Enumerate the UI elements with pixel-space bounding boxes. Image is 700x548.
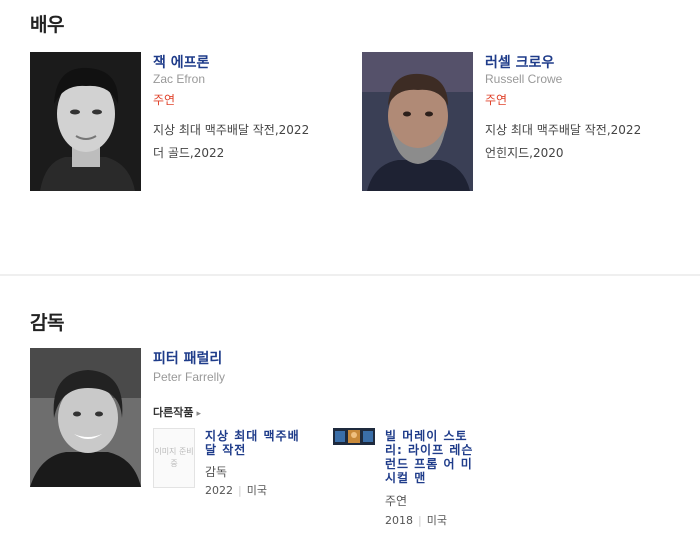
- work-meta: 2022 | 미국: [205, 482, 267, 498]
- actor-role: 주연: [485, 93, 508, 107]
- work-year: 2022: [205, 484, 233, 497]
- actor-photo-russell-crowe[interactable]: [362, 52, 473, 191]
- chevron-right-icon: ▸: [196, 409, 202, 419]
- work-title-line: 런드 프롬 어 미: [385, 457, 473, 471]
- image-placeholder[interactable]: 이미지 준비중: [153, 428, 195, 488]
- poster-image-icon: [333, 428, 375, 445]
- director-photo-peter-farrelly[interactable]: [30, 348, 141, 487]
- work-title-line: 달 작전: [205, 443, 247, 457]
- director-name-en: Peter Farrelly: [153, 370, 226, 384]
- meta-separator: |: [418, 514, 422, 527]
- actor-work-link[interactable]: 더 골드,2022: [153, 144, 224, 161]
- actor-work-link[interactable]: 언힌지드,2020: [485, 144, 564, 161]
- section-divider: [0, 274, 700, 276]
- work-country: 미국: [246, 484, 267, 497]
- work-title-line: 빌 머레이 스토: [385, 429, 468, 443]
- actor-name-en: Russell Crowe: [485, 72, 563, 86]
- work-poster-thumbnail[interactable]: [333, 428, 375, 445]
- actor-work-link[interactable]: 지상 최대 맥주배달 작전,2022: [153, 121, 309, 138]
- director-name-ko[interactable]: 피터 패럴리: [153, 348, 222, 368]
- work-title-link[interactable]: 지상 최대 맥주배 달 작전: [205, 429, 300, 457]
- actor-role: 주연: [153, 93, 176, 107]
- work-title-link[interactable]: 빌 머레이 스토 리: 라이프 레슨 런드 프롬 어 미 시컬 맨: [385, 429, 473, 485]
- actor-name-en: Zac Efron: [153, 72, 206, 86]
- portrait-photo-icon: [362, 52, 473, 191]
- portrait-photo-icon: [30, 52, 141, 191]
- work-role: 주연: [385, 494, 408, 508]
- work-role: 감독: [205, 465, 228, 479]
- work-year: 2018: [385, 514, 413, 527]
- portrait-photo-icon: [30, 348, 141, 487]
- work-country: 미국: [426, 514, 447, 527]
- actor-name-ko[interactable]: 잭 에프론: [153, 52, 209, 72]
- other-works-link[interactable]: 다른작품 ▸: [153, 404, 201, 420]
- work-title-line: 시컬 맨: [385, 471, 427, 485]
- actor-work-link[interactable]: 지상 최대 맥주배달 작전,2022: [485, 121, 641, 138]
- work-title-line: 리: 라이프 레슨: [385, 443, 474, 457]
- actor-name-ko[interactable]: 러셀 크로우: [485, 52, 554, 72]
- other-works-label: 다른작품: [153, 406, 194, 419]
- work-title-line: 지상 최대 맥주배: [205, 429, 300, 443]
- meta-separator: |: [238, 484, 242, 497]
- actor-photo-zac-efron[interactable]: [30, 52, 141, 191]
- work-meta: 2018 | 미국: [385, 512, 447, 528]
- section-title-director: 감독: [30, 312, 64, 334]
- section-title-actors: 배우: [30, 14, 64, 36]
